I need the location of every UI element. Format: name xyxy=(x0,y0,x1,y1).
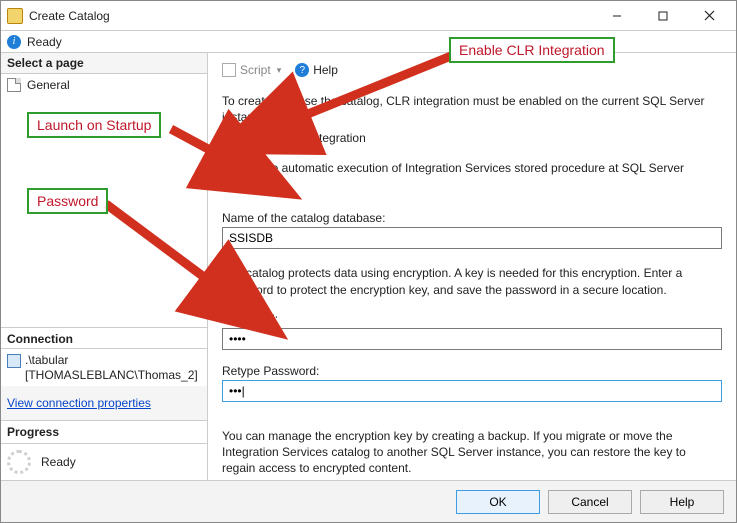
connection-header: Connection xyxy=(1,327,207,349)
footer-text: You can manage the encryption key by cre… xyxy=(222,428,722,477)
db-name-label: Name of the catalog database: xyxy=(222,211,722,225)
help-icon: ? xyxy=(295,63,309,77)
window-title: Create Catalog xyxy=(29,9,594,23)
connection-user: [THOMASLEBLANC\Thomas_2] xyxy=(7,368,201,382)
spinner-icon xyxy=(7,450,31,474)
ok-button[interactable]: OK xyxy=(456,490,540,514)
progress-body: Ready xyxy=(1,444,207,480)
dialog-window: Create Catalog i Ready Select a page Gen… xyxy=(0,0,737,523)
enable-auto-exec-checkbox[interactable] xyxy=(222,169,235,182)
script-icon xyxy=(222,63,236,77)
sidebar-item-label: General xyxy=(27,78,70,92)
status-text: Ready xyxy=(27,35,62,49)
status-bar: i Ready xyxy=(1,31,736,53)
view-connection-properties-link[interactable]: View connection properties xyxy=(7,396,201,410)
page-icon xyxy=(7,78,21,92)
main-panel: Script ▾ ? Help To create and use the ca… xyxy=(208,53,736,480)
maximize-button[interactable] xyxy=(640,1,686,30)
script-label: Script xyxy=(240,63,271,77)
password-intro: The catalog protects data using encrypti… xyxy=(222,265,722,297)
content-area: Select a page General Connection .\tabul… xyxy=(1,53,736,480)
minimize-button[interactable] xyxy=(594,1,640,30)
enable-clr-row: ✓ Enable CLR Integration xyxy=(222,131,722,145)
server-icon xyxy=(7,354,21,368)
enable-auto-exec-label: Enable automatic execution of Integratio… xyxy=(241,161,722,189)
progress-text: Ready xyxy=(41,455,76,469)
app-icon xyxy=(7,8,23,24)
password-input[interactable] xyxy=(222,328,722,350)
help-label: Help xyxy=(313,63,338,77)
enable-clr-checkbox[interactable]: ✓ xyxy=(222,132,235,145)
cancel-button[interactable]: Cancel xyxy=(548,490,632,514)
sidebar-item-general[interactable]: General xyxy=(5,76,203,94)
toolbar: Script ▾ ? Help xyxy=(222,61,722,87)
page-list: General xyxy=(1,74,207,327)
db-name-input[interactable] xyxy=(222,227,722,249)
intro-text: To create and use the catalog, CLR integ… xyxy=(222,93,722,125)
select-page-header: Select a page xyxy=(1,53,207,74)
info-icon: i xyxy=(7,35,21,49)
retype-password-label: Retype Password: xyxy=(222,364,722,378)
password-label: Password: xyxy=(222,312,722,326)
enable-auto-exec-row: Enable automatic execution of Integratio… xyxy=(222,161,722,189)
connection-info: .\tabular [THOMASLEBLANC\Thomas_2] xyxy=(1,349,207,386)
script-button[interactable]: Script ▾ xyxy=(222,63,281,77)
help-dialog-button[interactable]: Help xyxy=(640,490,724,514)
progress-header: Progress xyxy=(1,420,207,444)
title-bar: Create Catalog xyxy=(1,1,736,31)
help-button[interactable]: ? Help xyxy=(295,63,338,77)
enable-clr-label: Enable CLR Integration xyxy=(241,131,366,145)
dialog-button-bar: OK Cancel Help xyxy=(1,480,736,522)
retype-password-input[interactable] xyxy=(222,380,722,402)
sidebar: Select a page General Connection .\tabul… xyxy=(1,53,208,480)
chevron-down-icon: ▾ xyxy=(277,65,282,76)
connection-server: .\tabular xyxy=(25,353,68,367)
close-button[interactable] xyxy=(686,1,732,30)
